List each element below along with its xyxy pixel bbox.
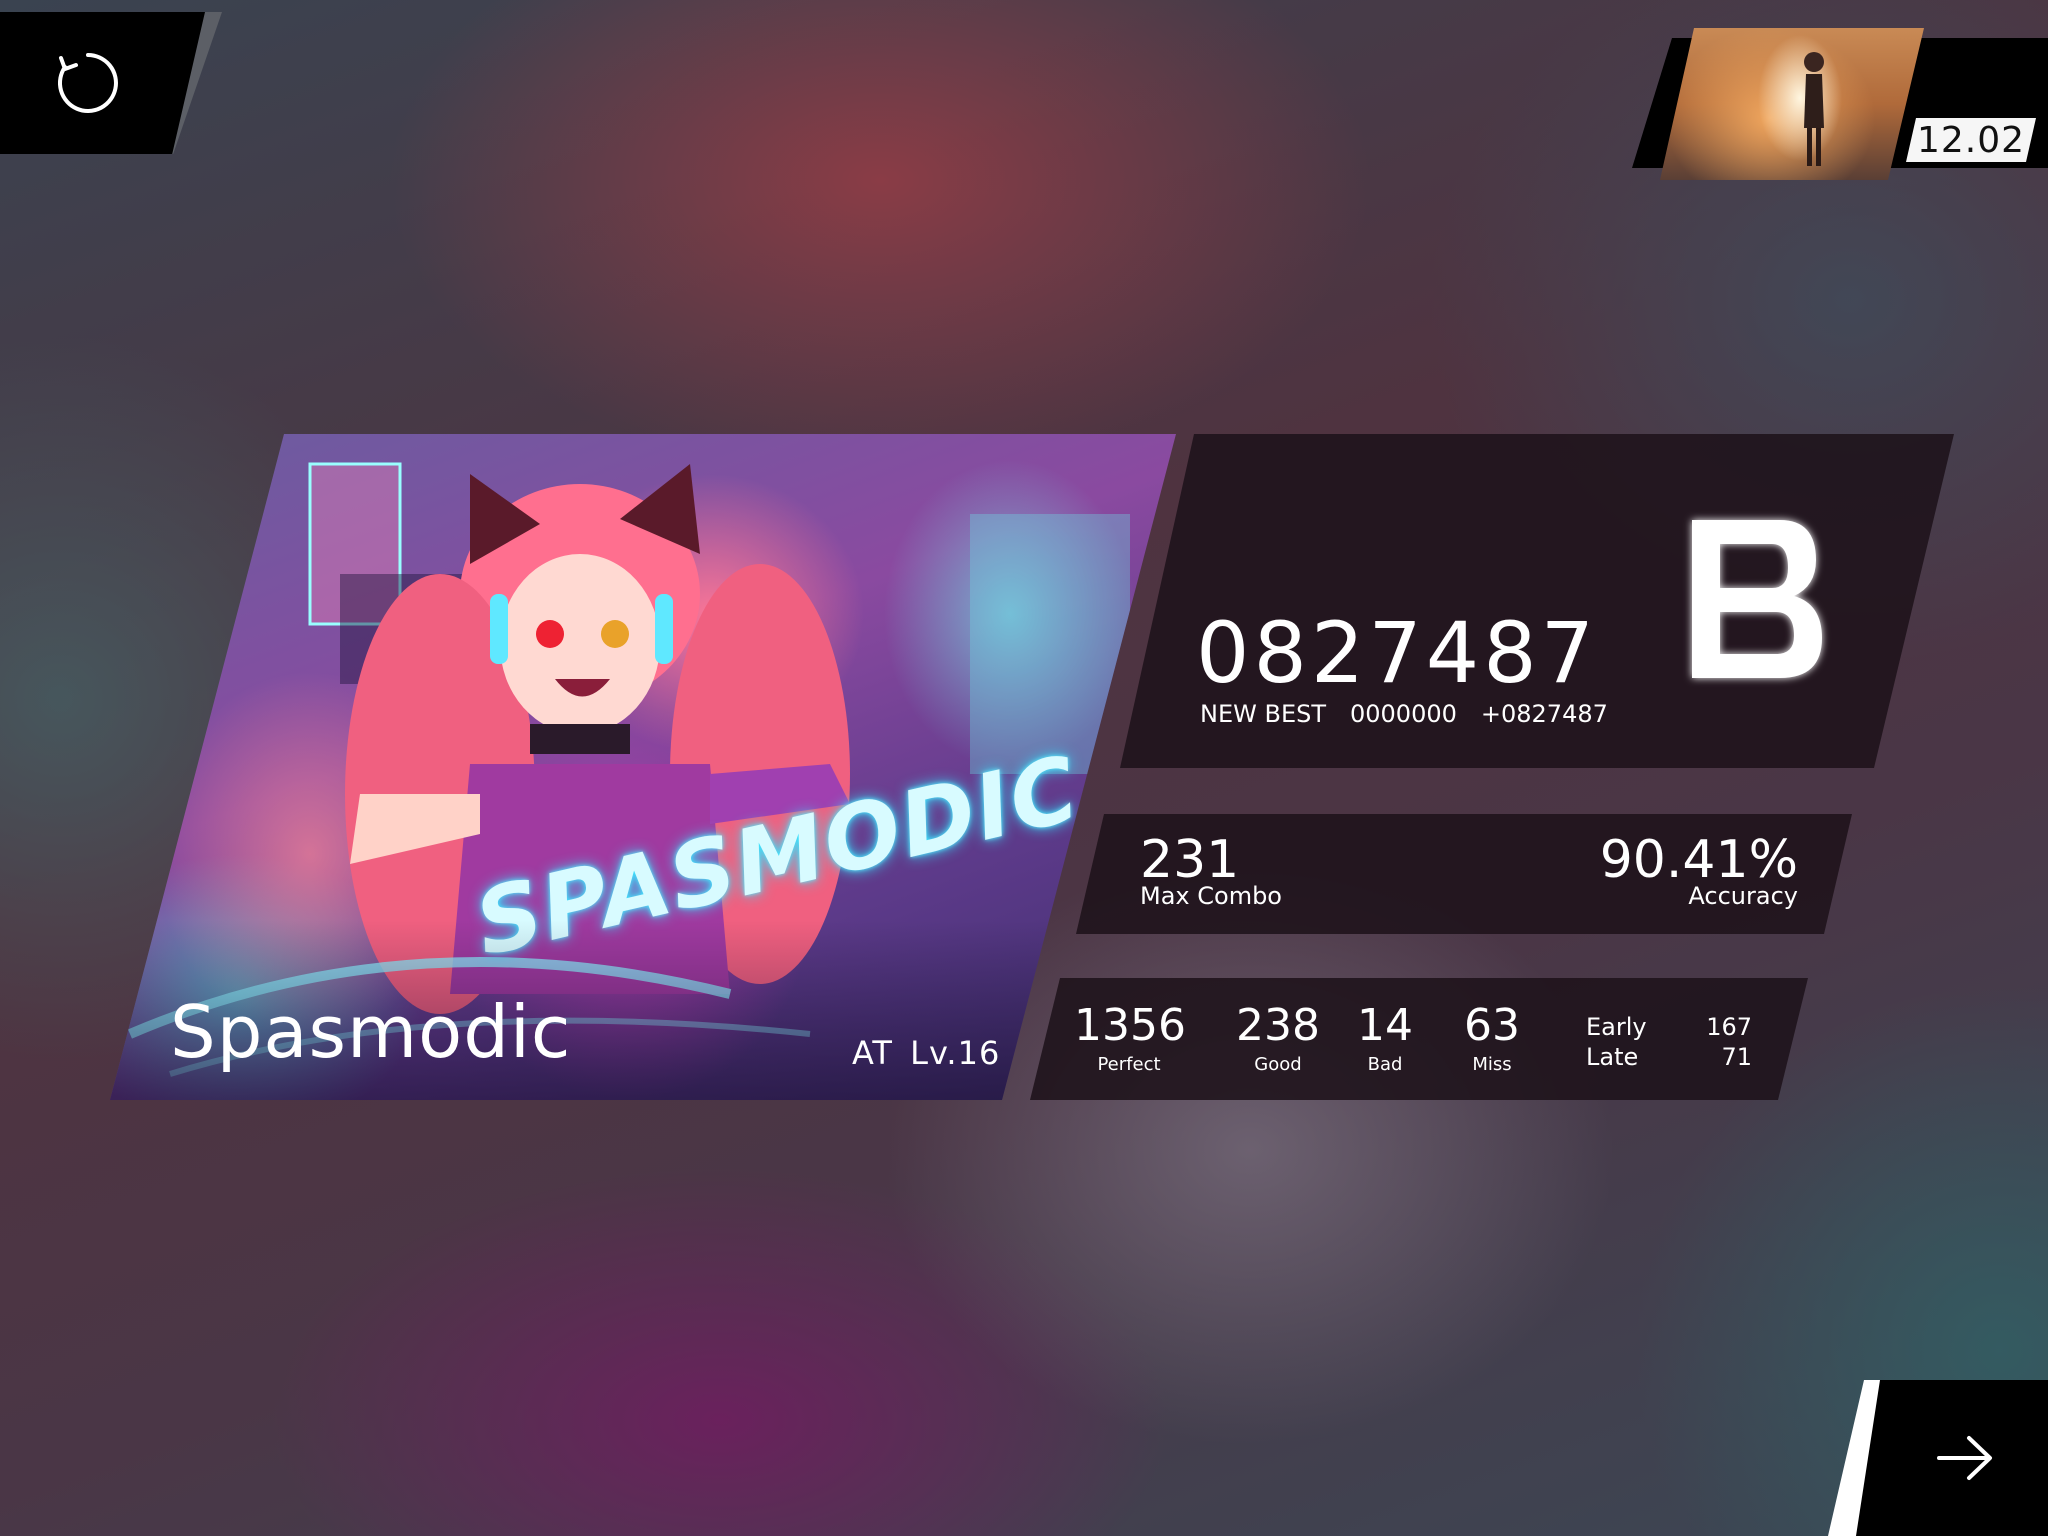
ranking-score-badge: 12.02 (1906, 118, 2036, 162)
rank-grade-b (1692, 520, 1822, 678)
good-label: Good (1254, 1054, 1302, 1075)
retry-icon (57, 53, 118, 113)
bad-label: Bad (1367, 1054, 1403, 1075)
accuracy-label: Accuracy (1688, 882, 1798, 910)
new-best-label: NEW BEST (1200, 700, 1326, 728)
judgement-bad: 14 Bad (1354, 1000, 1416, 1076)
miss-count: 63 (1464, 1000, 1520, 1051)
timing-labels: Early Late (1586, 1012, 1647, 1072)
perfect-count: 1356 (1074, 1000, 1186, 1051)
late-count: 71 (1721, 1043, 1752, 1071)
best-score-row: NEW BEST 0000000 +0827487 (1200, 700, 1608, 728)
judgement-good: 238 Good (1232, 1000, 1324, 1076)
player-avatar[interactable] (1660, 28, 1924, 180)
ranking-score: 12.02 (1916, 119, 2026, 161)
score-value: 0827487 (1196, 604, 1599, 702)
early-label: Early (1586, 1013, 1647, 1041)
bad-count: 14 (1357, 1000, 1413, 1051)
previous-best-score: 0000000 (1350, 700, 1457, 728)
song-title: Spasmodic (170, 990, 572, 1074)
max-combo-label: Max Combo (1140, 882, 1282, 910)
arrow-right-icon (1937, 1436, 1992, 1480)
max-combo-value: 231 (1140, 830, 1240, 890)
judgement-perfect: 1356 Perfect (1074, 1000, 1186, 1076)
miss-label: Miss (1472, 1054, 1512, 1075)
early-count: 167 (1706, 1013, 1752, 1041)
timing-values: 167 71 (1706, 1012, 1752, 1072)
retry-button[interactable] (0, 12, 205, 154)
avatar-figure (1804, 52, 1824, 166)
good-count: 238 (1236, 1000, 1320, 1051)
score-delta: +0827487 (1480, 700, 1608, 728)
late-label: Late (1586, 1043, 1639, 1071)
accuracy-value: 90.41% (1599, 830, 1798, 890)
perfect-label: Perfect (1097, 1054, 1161, 1075)
song-difficulty-level: AT Lv.16 (852, 1034, 1001, 1072)
judgement-miss: 63 Miss (1456, 1000, 1528, 1076)
